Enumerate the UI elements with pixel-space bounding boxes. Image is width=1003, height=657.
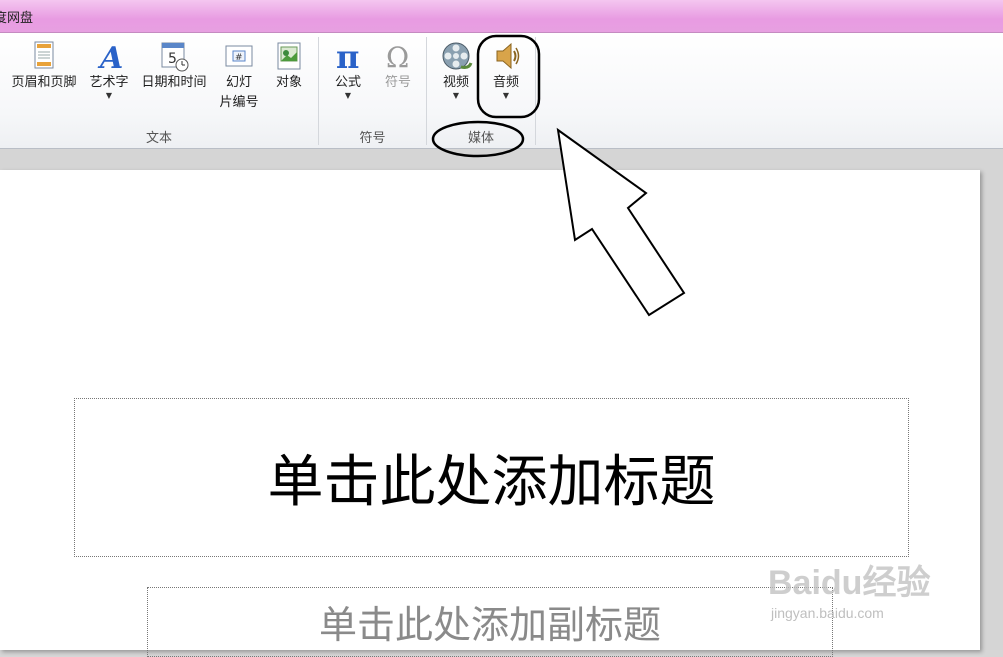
audio-highlight-circle xyxy=(476,34,541,119)
media-highlight-ellipse xyxy=(431,120,525,158)
watermark-url: jingyan.baidu.com xyxy=(771,605,884,621)
baidu-watermark: Baidu经验 jingyan.baidu.com xyxy=(768,555,968,630)
annotation-overlay xyxy=(431,34,686,317)
pointer-arrow-icon xyxy=(556,127,686,317)
watermark-logo: Baidu经验 xyxy=(768,564,931,602)
